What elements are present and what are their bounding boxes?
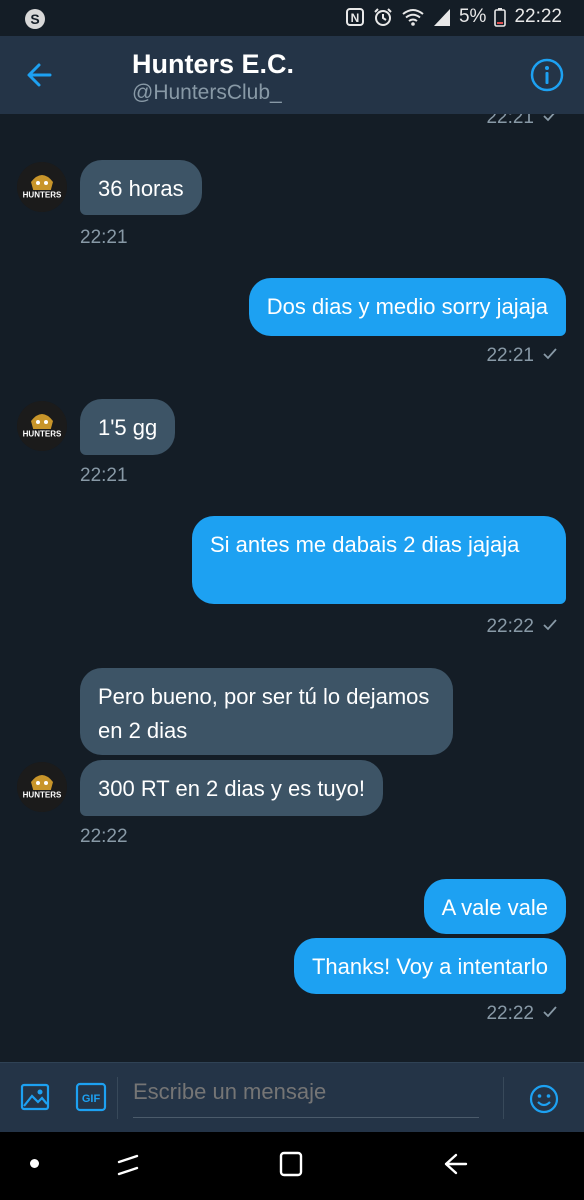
message-input[interactable]	[133, 1079, 479, 1105]
signal-icon	[433, 7, 451, 27]
emoji-icon[interactable]	[528, 1083, 560, 1120]
avatar[interactable]: HUNTERS	[17, 762, 67, 812]
battery-percent: 5%	[458, 6, 487, 27]
input-underline	[133, 1117, 479, 1118]
gif-button[interactable]: GIF	[75, 1082, 107, 1117]
image-icon[interactable]	[20, 1082, 50, 1117]
message-timestamp: 22:21	[486, 345, 558, 367]
divider	[503, 1077, 504, 1119]
check-icon	[542, 1003, 558, 1025]
alarm-icon	[373, 7, 393, 27]
divider	[117, 1077, 118, 1119]
samsung-s-icon: S	[24, 8, 46, 35]
message-timestamp: 22:21	[80, 465, 128, 486]
avatar[interactable]: HUNTERS	[17, 162, 67, 212]
incoming-message[interactable]: Pero bueno, por ser tú lo dejamos en 2 d…	[80, 668, 453, 755]
message-timestamp: 22:22	[80, 826, 128, 847]
wifi-icon	[401, 7, 425, 27]
arrow-left-icon[interactable]	[22, 57, 58, 93]
outgoing-message[interactable]: Dos dias y medio sorry jajaja	[248, 278, 566, 336]
system-nav-bar	[0, 1132, 584, 1200]
compose-bar: GIF	[0, 1062, 584, 1133]
outgoing-message[interactable]: Si antes me dabais 2 dias jajaja	[192, 516, 566, 604]
svg-text:S: S	[30, 11, 39, 27]
message-timestamp: 22:22	[486, 616, 558, 638]
svg-text:HUNTERS: HUNTERS	[23, 791, 62, 800]
outgoing-message[interactable]: A vale vale	[423, 879, 566, 934]
avatar[interactable]: HUNTERS	[17, 401, 67, 451]
message-list[interactable]: 22:21 HUNTERS 36 horas 22:21 Dos dias y …	[0, 114, 584, 1062]
incoming-message[interactable]: 36 horas	[80, 160, 202, 215]
message-timestamp: 22:21	[80, 227, 128, 248]
message-timestamp: 22:22	[486, 1003, 558, 1025]
conversation-handle: @HuntersClub_	[132, 81, 282, 104]
recent-apps-icon[interactable]	[115, 1150, 141, 1183]
outgoing-message[interactable]: Thanks! Voy a intentarlo	[293, 938, 566, 994]
nfc-icon: N	[345, 7, 365, 27]
check-icon	[542, 114, 558, 129]
incoming-message[interactable]: 300 RT en 2 dias y es tuyo!	[80, 760, 384, 816]
incoming-message[interactable]: 1'5 gg	[80, 399, 176, 455]
back-icon[interactable]	[440, 1150, 468, 1183]
status-bar: S N 5% 22:22	[0, 0, 584, 36]
nav-dot-icon[interactable]	[30, 1159, 39, 1168]
info-icon[interactable]	[528, 56, 566, 94]
svg-text:HUNTERS: HUNTERS	[23, 430, 62, 439]
clock: 22:22	[514, 6, 562, 27]
svg-text:GIF: GIF	[82, 1093, 101, 1105]
check-icon	[542, 616, 558, 638]
conversation-header: Hunters E.C. @HuntersClub_	[0, 36, 584, 114]
svg-text:N: N	[351, 11, 360, 25]
message-timestamp: 22:21	[486, 114, 558, 129]
conversation-title: Hunters E.C.	[132, 49, 295, 79]
check-icon	[542, 345, 558, 367]
svg-text:HUNTERS: HUNTERS	[23, 191, 62, 200]
home-icon[interactable]	[278, 1150, 304, 1183]
battery-icon	[494, 7, 507, 27]
